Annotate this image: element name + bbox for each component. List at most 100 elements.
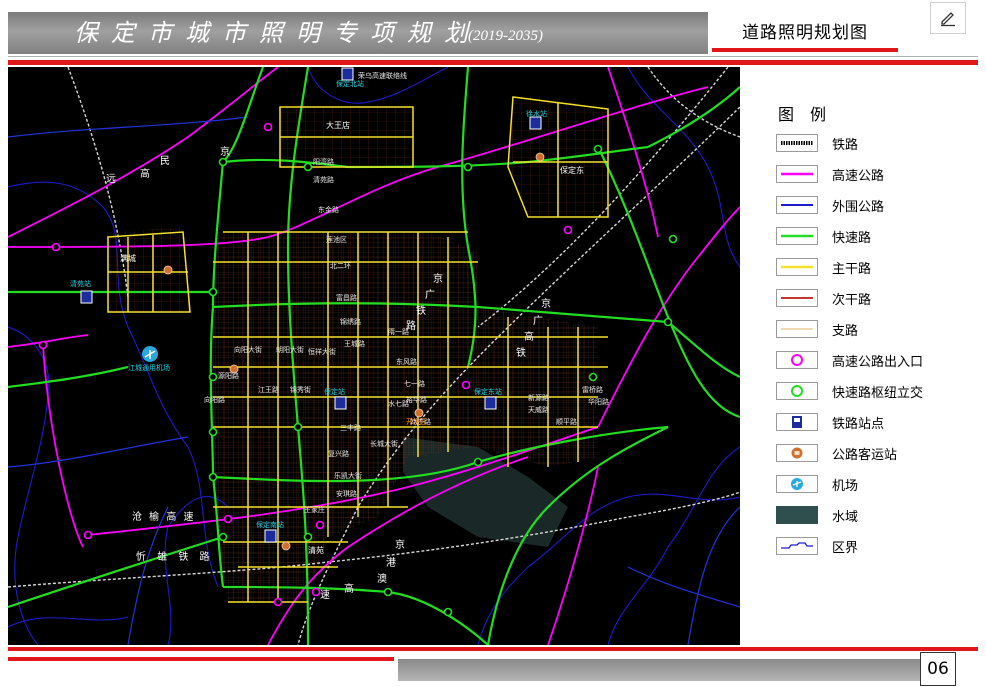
map-label-qingyuan-station: 清苑站 — [70, 280, 91, 288]
top-divider — [8, 60, 978, 65]
map-label-jiangwang: 江王路 — [258, 386, 279, 394]
map-label-tie2: 铁 — [516, 348, 526, 359]
map-label-xiangyang: 向阳大街 — [234, 346, 262, 354]
fast-road-line-icon — [776, 227, 818, 245]
railway-station-icon — [776, 413, 818, 431]
map-label-kaifa: 开发区 — [406, 418, 427, 426]
station-baoding — [334, 396, 347, 410]
map-label-guang2: 广 — [533, 316, 543, 327]
district-boundary-line-icon — [776, 537, 818, 555]
map-label-shuiyi: 隋一路 — [388, 328, 409, 336]
map-label-tie: 铁 — [416, 306, 426, 317]
map-label-mancheng: 满城 — [120, 254, 136, 263]
map-label-jing-bottom: 京 — [395, 540, 405, 551]
legend-item-expressway-exit: 高速公路出入口 — [776, 349, 923, 371]
map-label-shuiqi: 水七路 — [388, 400, 409, 408]
map-label-jing-rail: 京 — [433, 274, 443, 285]
arterial-road-line-icon — [776, 258, 818, 276]
airport-marker — [142, 346, 158, 362]
expressway-line-icon — [776, 165, 818, 183]
map-label-baoding-east-station: 保定东站 — [474, 388, 502, 396]
sheet-title: 道路照明规划图 — [742, 23, 868, 43]
map-label-jing-top: 京 — [220, 147, 230, 158]
legend-label: 主干路 — [832, 261, 872, 277]
map-label-jinxiu2: 锦秀街 — [290, 386, 311, 394]
legend-label: 高速公路出入口 — [832, 354, 924, 370]
legend-label: 机场 — [832, 478, 859, 494]
map-label-yuanyang: 源阳路 — [218, 372, 239, 380]
map-label-gao: 高 — [140, 169, 150, 180]
pencil-icon — [941, 12, 955, 27]
legend-item-water: 水域 — [776, 504, 858, 526]
legend-label: 区界 — [832, 540, 859, 556]
legend-label: 外围公路 — [832, 199, 885, 215]
map-label-ao: 澳 — [377, 574, 387, 585]
map-label-baoding-south-station: 保定南站 — [256, 521, 284, 529]
legend-label: 快速路枢纽立交 — [832, 385, 924, 401]
legend-label: 支路 — [832, 323, 859, 339]
map-label-dawangdian: 大王店 — [326, 121, 350, 130]
map-label-chaoyang: 朝阳大街 — [276, 346, 304, 354]
bottom-divider-short — [8, 657, 394, 661]
map-label-guang: 广 — [425, 290, 435, 301]
map-label-lianchi: 莲池区 — [326, 236, 347, 244]
legend-item-expressway: 高速公路 — [776, 163, 884, 185]
station-baoding-north — [341, 67, 354, 81]
airport-icon — [776, 475, 818, 493]
map-label-xinyuan: 新源路 — [528, 394, 549, 402]
map-label-anqi: 安琪路 — [336, 490, 357, 498]
footer-band — [398, 659, 920, 681]
map-label-yangwan: 阳湾路 — [313, 158, 334, 166]
map-label-fuchang: 富昌路 — [336, 294, 357, 302]
map-label-hengxiang: 恒祥大街 — [308, 348, 336, 356]
document-title: 保定市城市照明专项规划 — [74, 19, 481, 47]
secondary-road-line-icon — [776, 289, 818, 307]
bottom-divider — [8, 647, 978, 651]
map-label-xiangyang2: 向阳路 — [204, 396, 225, 404]
map-label-wangjiazhuang: 王家庄 — [304, 506, 325, 514]
map-label-xushui-station: 徐水站 — [526, 110, 547, 118]
legend-label: 公路客运站 — [832, 447, 898, 463]
legend-item-fast-road: 快速路 — [776, 225, 871, 247]
legend-item-interchange: 快速路枢纽立交 — [776, 380, 923, 402]
map-label-cang-yu-expressway: 沧 榆 高 速 — [132, 512, 196, 523]
map-label-xushui-area: 保定东 — [560, 166, 584, 175]
map-label-huayang: 华阳路 — [588, 398, 609, 406]
page-number: 06 — [920, 652, 956, 686]
station-baoding-east — [484, 396, 497, 410]
map-label-wangcheng: 王城路 — [344, 340, 365, 348]
map-label-gang: 港 — [386, 558, 396, 569]
map-label-qingyuan-road: 清苑路 — [313, 176, 334, 184]
legend-item-secondary-road: 次干路 — [776, 287, 871, 309]
map-label-yuan: 远 — [106, 174, 116, 185]
peripheral-road-line-icon — [776, 196, 818, 214]
map-label-gao3: 高 — [344, 584, 354, 595]
legend-label: 铁路 — [832, 137, 859, 153]
map-label-dongfeng: 东风路 — [396, 358, 417, 366]
railway-line-icon — [776, 134, 818, 152]
interchange-ring-icon — [776, 382, 818, 400]
top-divider-thin — [8, 56, 978, 57]
legend-label: 水域 — [832, 509, 859, 525]
map-label-tianwei: 天威路 — [528, 406, 549, 414]
legend-item-airport: 机场 — [776, 473, 858, 495]
edit-button[interactable] — [930, 2, 966, 34]
map-label-su3: 速 — [320, 590, 330, 601]
legend-label: 高速公路 — [832, 168, 885, 184]
map-label-baoding-station: 保定站 — [324, 388, 345, 396]
legend-item-railway: 铁路 — [776, 132, 858, 154]
bus-station-icon — [776, 444, 818, 462]
map-label-baoding-north-station: 保定北站 — [336, 80, 364, 88]
legend-label: 快速路 — [832, 230, 872, 246]
map-label-qingyuan: 清苑 — [308, 546, 324, 555]
station-qingyuan — [80, 290, 93, 304]
map-label-sanfeng: 三丰路 — [340, 424, 361, 432]
map-label-qiyi: 七一路 — [404, 380, 425, 388]
map-label-beier: 北二环 — [330, 262, 351, 270]
map-label-shunping: 顺平路 — [556, 418, 577, 426]
legend-item-railway-station: 铁路站点 — [776, 411, 884, 433]
map-label-yuhua: 裕华路 — [406, 396, 427, 404]
map-label-airport: 江城通用机场 — [128, 364, 170, 372]
legend-item-bus-station: 公路客运站 — [776, 442, 897, 464]
map-label-dongjin: 东金路 — [318, 206, 339, 214]
